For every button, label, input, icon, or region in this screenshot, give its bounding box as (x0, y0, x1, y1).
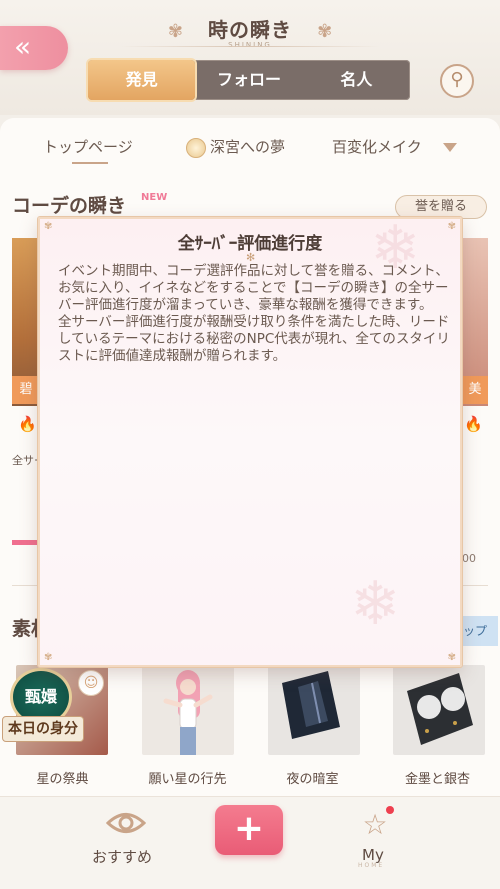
tab-discover[interactable]: 発見 (88, 60, 196, 100)
outfit-card-right-label: 美 (462, 376, 488, 404)
new-badge: NEW (141, 192, 168, 203)
flower-deco-icon: ✾ (167, 21, 183, 42)
nav-recommend-label[interactable]: おすすめ (92, 846, 152, 867)
progress-bar (12, 540, 40, 545)
corner-flower-icon: ✾ (447, 652, 456, 663)
notification-dot (386, 806, 394, 814)
search-button[interactable]: ⚲ (440, 64, 474, 98)
material-label: 金墨と銀杏 (404, 772, 470, 787)
fire-icon: 🔥 (18, 415, 37, 433)
dark-room-image (282, 671, 340, 739)
main-tab-bar: 発見 フォロー 名人 (88, 60, 410, 100)
title-area: ✾ 時の瞬き ✾ SHINING (0, 14, 500, 49)
snowflake-icon: ❄ (350, 569, 401, 639)
tab-celebrity[interactable]: 名人 (303, 60, 410, 100)
search-icon: ⚲ (450, 69, 464, 90)
material-image-gold-ink[interactable] (393, 665, 485, 755)
active-tab-underline (72, 162, 108, 164)
eye-icon[interactable] (106, 808, 146, 838)
material-image-night-room[interactable] (268, 665, 360, 755)
nav-my-sub: HOME (358, 862, 385, 869)
tab-follow[interactable]: フォロー (195, 60, 302, 100)
coin-icon (186, 137, 206, 158)
material-label: 夜の暗室 (286, 772, 339, 787)
sub-tab-bar: トップページ 深宮への夢 百変化メイク (0, 128, 500, 164)
avatar-icon[interactable]: ☺ (78, 670, 104, 696)
subtab-palace-dream-label: 深宮への夢 (210, 138, 286, 156)
create-button[interactable]: + (215, 805, 283, 855)
server-progress-dialog[interactable]: ❄ ❄ ✾ ✾ ✾ ✾ 全ｻｰﾊﾞｰ評価進行度 ✻ イベント期間中、コーデ選評作… (38, 213, 462, 667)
material-label: 願い星の行先 (148, 772, 227, 787)
dialog-paragraph: 全サーバー評価進行度が報酬受け取り条件を満たした時、リードしているテーマにおける… (58, 314, 450, 364)
page-title: 時の瞬き (208, 18, 292, 42)
subtab-makeup[interactable]: 百変化メイク (332, 136, 422, 157)
flower-deco-icon: ✾ (317, 21, 333, 42)
subtab-palace-dream[interactable]: 深宮への夢 (186, 136, 285, 158)
corner-flower-icon: ✾ (44, 652, 53, 663)
section-title-outfit: コーデの瞬き (12, 195, 127, 217)
character-figure (163, 670, 213, 755)
subtab-top-page[interactable]: トップページ (43, 136, 133, 157)
identity-ribbon: 本日の身分 (2, 716, 84, 742)
material-image-wish-star[interactable] (142, 665, 234, 755)
outfit-card-left-label: 碧 (12, 376, 40, 404)
gold-ink-image (407, 673, 473, 745)
title-divider (120, 46, 380, 47)
material-label: 星の祭典 (36, 772, 89, 787)
fire-icon: 🔥 (464, 415, 483, 433)
progress-number: 00 (462, 552, 476, 565)
chevron-down-icon[interactable] (443, 143, 457, 152)
dialog-paragraph: イベント期間中、コーデ選評作品に対して誉を贈る、コメント、お気に入り、イイネなど… (58, 263, 449, 313)
materials-right-button[interactable]: ップ (462, 616, 498, 646)
page-subtitle: SHINING (228, 41, 272, 49)
dialog-body: イベント期間中、コーデ選評作品に対して誉を贈る、コメント、お気に入り、イイネなど… (58, 263, 450, 365)
